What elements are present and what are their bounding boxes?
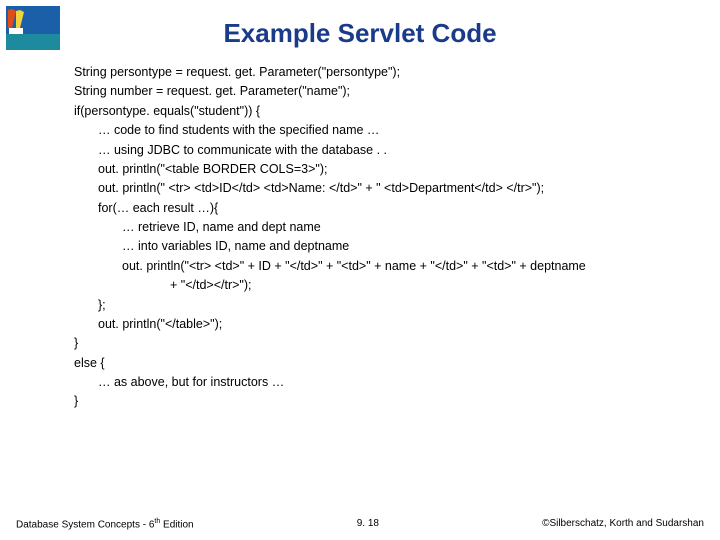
code-line: if(persontype. equals("student")) {: [74, 102, 690, 121]
code-line: … into variables ID, name and deptname: [74, 237, 690, 256]
code-line: for(… each result …){: [74, 199, 690, 218]
code-line: … retrieve ID, name and dept name: [74, 218, 690, 237]
code-line: else {: [74, 354, 690, 373]
slide-thumbnail-image: [6, 6, 60, 50]
footer-left-text-a: Database System Concepts - 6: [16, 519, 154, 530]
code-line: out. println("</table>");: [74, 315, 690, 334]
code-line: out. println("<table BORDER COLS=3>");: [74, 160, 690, 179]
code-line: String persontype = request. get. Parame…: [74, 63, 690, 82]
footer-right: ©Silberschatz, Korth and Sudarshan: [542, 518, 704, 530]
code-line: }: [74, 392, 690, 411]
footer: Database System Concepts - 6th Edition 9…: [0, 518, 720, 530]
footer-center: 9. 18: [357, 518, 379, 530]
code-line: out. println(" <tr> <td>ID</td> <td>Name…: [74, 179, 690, 198]
code-line: }: [74, 334, 690, 353]
code-line: String number = request. get. Parameter(…: [74, 82, 690, 101]
slide-title: Example Servlet Code: [0, 0, 720, 63]
code-line: … using JDBC to communicate with the dat…: [74, 141, 690, 160]
footer-left-text-b: Edition: [160, 519, 193, 530]
code-line: … code to find students with the specifi…: [74, 121, 690, 140]
code-line: };: [74, 296, 690, 315]
code-line: + "</td></tr>");: [74, 276, 690, 295]
code-line: out. println("<tr> <td>" + ID + "</td>" …: [74, 257, 690, 276]
footer-left: Database System Concepts - 6th Edition: [16, 518, 194, 530]
code-line: … as above, but for instructors …: [74, 373, 690, 392]
code-block: String persontype = request. get. Parame…: [0, 63, 720, 412]
